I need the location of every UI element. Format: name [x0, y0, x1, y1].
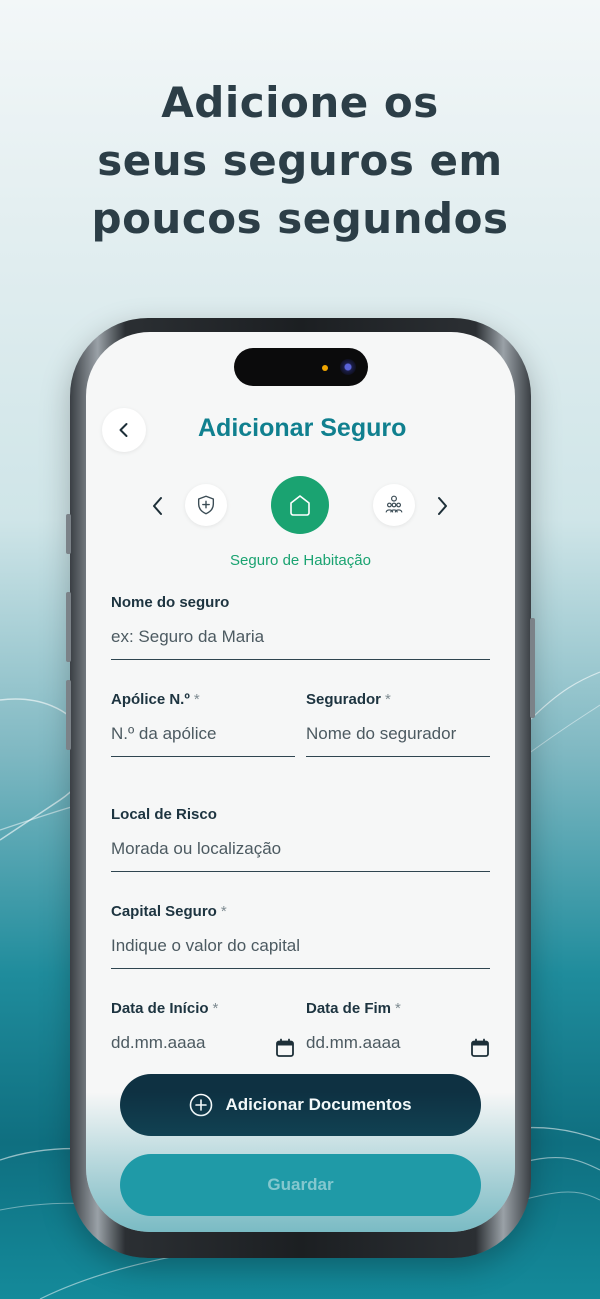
field-capital: Capital Seguro * Indique o valor do capit…	[111, 903, 490, 969]
field-label: Capital Seguro	[111, 903, 217, 920]
field-label: Local de Risco	[111, 806, 217, 823]
field-label: Data de Início	[111, 1000, 209, 1017]
phone-mockup: Adicionar Seguro Seguro de Habitação Nom…	[66, 318, 535, 1258]
family-group-icon	[385, 495, 403, 513]
phone-power-button	[530, 618, 535, 718]
data-fim-input[interactable]: dd.mm.aaaa	[306, 1017, 490, 1065]
field-apolice: Apólice N.º * N.º da apólice	[111, 691, 295, 757]
chevron-left-icon	[119, 423, 128, 437]
field-local: Local de Risco Morada ou localização	[111, 806, 490, 872]
headline-line-2: seus seguros em	[97, 136, 503, 185]
field-label: Segurador	[306, 691, 382, 708]
add-documents-button[interactable]: Adicionar Documentos	[120, 1074, 481, 1136]
required-marker: *	[193, 691, 200, 708]
dynamic-island	[234, 348, 368, 386]
headline-line-3: poucos segundos	[91, 194, 509, 243]
phone-volume-up	[66, 592, 71, 662]
required-marker: *	[220, 903, 227, 920]
add-documents-label: Adicionar Documentos	[225, 1095, 412, 1114]
local-input[interactable]: Morada ou localização	[111, 839, 490, 872]
phone-volume-down	[66, 680, 71, 750]
date-placeholder: dd.mm.aaaa	[111, 1033, 206, 1052]
privacy-indicator	[322, 365, 328, 371]
calendar-icon[interactable]	[275, 1038, 295, 1058]
calendar-icon[interactable]	[470, 1038, 490, 1058]
carousel-next-button[interactable]	[428, 492, 456, 520]
required-marker: *	[395, 1000, 401, 1017]
active-category-label: Seguro de Habitação	[230, 552, 371, 569]
field-data-inicio: Data de Início * dd.mm.aaaa	[111, 1000, 295, 1065]
required-marker: *	[212, 1000, 219, 1017]
field-segurador: Segurador * Nome do segurador	[306, 691, 490, 757]
shield-plus-icon	[197, 495, 215, 515]
chevron-right-icon	[438, 497, 447, 515]
back-button[interactable]	[102, 408, 146, 452]
required-marker: *	[385, 691, 391, 708]
promo-headline: Adicione os seus seguros em poucos segun…	[0, 74, 600, 248]
category-shield-button[interactable]	[185, 484, 227, 526]
apolice-input[interactable]: N.º da apólice	[111, 724, 295, 757]
field-label: Nome do seguro	[111, 594, 230, 611]
capital-input[interactable]: Indique o valor do capital	[111, 936, 490, 969]
camera-icon	[340, 359, 356, 375]
headline-line-1: Adicione os	[161, 78, 439, 127]
carousel-prev-button[interactable]	[144, 492, 172, 520]
app-screen: Adicionar Seguro Seguro de Habitação Nom…	[86, 332, 515, 1232]
save-button[interactable]: Guardar	[120, 1154, 481, 1216]
field-nome: Nome do seguro ex: Seguro da Maria	[111, 594, 490, 660]
category-family-button[interactable]	[373, 484, 415, 526]
phone-side-button	[66, 514, 71, 554]
field-label: Data de Fim	[306, 1000, 392, 1017]
segurador-input[interactable]: Nome do segurador	[306, 724, 490, 757]
nome-input[interactable]: ex: Seguro da Maria	[111, 627, 490, 660]
field-data-fim: Data de Fim * dd.mm.aaaa	[306, 1000, 490, 1065]
chevron-left-icon	[153, 497, 162, 515]
field-label: Apólice N.º	[111, 691, 190, 708]
page-title: Adicionar Seguro	[198, 414, 407, 442]
plus-circle-icon	[190, 1093, 213, 1117]
date-placeholder: dd.mm.aaaa	[306, 1033, 401, 1052]
category-carousel	[86, 476, 515, 556]
home-icon	[290, 495, 310, 516]
data-inicio-input[interactable]: dd.mm.aaaa	[111, 1017, 295, 1065]
category-home-button[interactable]	[271, 476, 329, 534]
